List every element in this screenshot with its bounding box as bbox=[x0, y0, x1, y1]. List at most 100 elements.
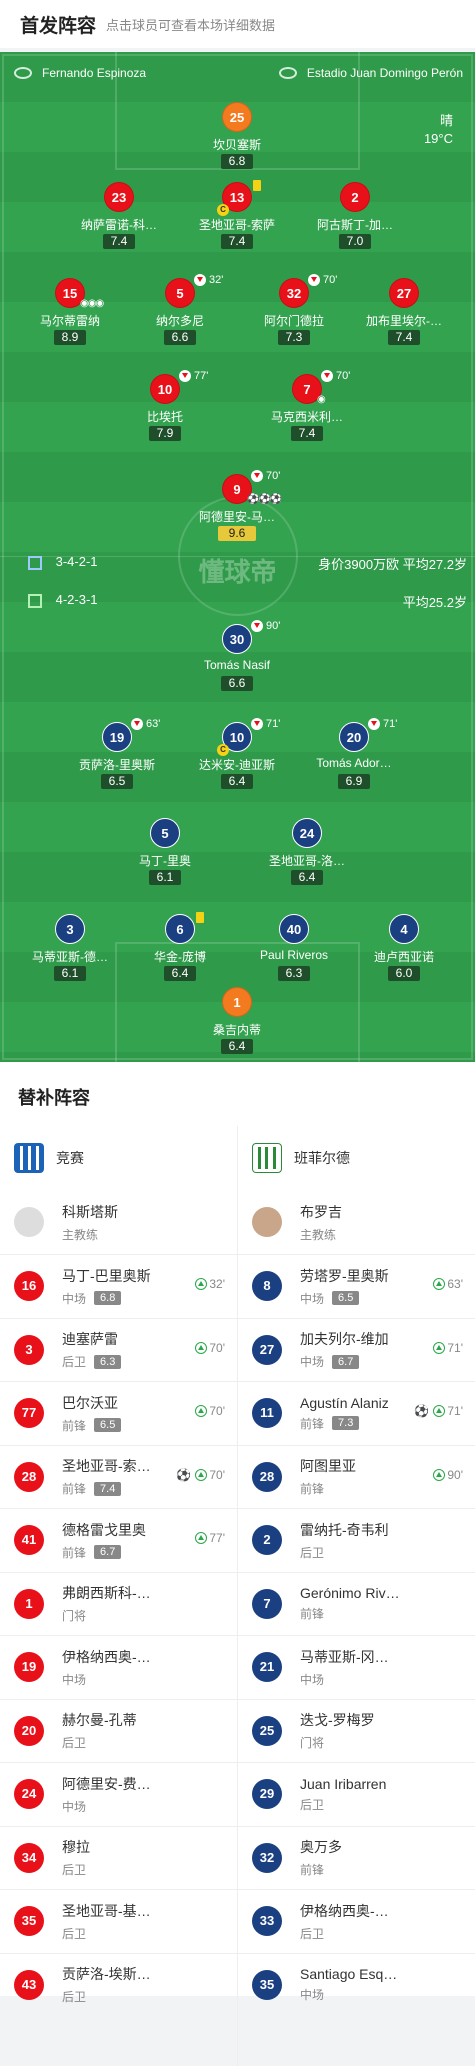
sub-player-row[interactable]: 43 贡萨洛-埃斯… 后卫 bbox=[0, 1952, 237, 2017]
avatar bbox=[252, 1207, 282, 1237]
pitch-player[interactable]: 1 桑吉内蒂 6.4 bbox=[177, 987, 297, 1062]
shirt-number: 32 bbox=[252, 1842, 282, 1873]
sub-player-row[interactable]: 28 圣地亚哥-索… 前锋 7.4 ⚽ 70' bbox=[0, 1444, 237, 1509]
yellow-card-icon bbox=[196, 912, 204, 923]
pitch-player[interactable]: 10 71' C 达米安-迪亚斯 6.4 bbox=[177, 718, 297, 800]
home-team-row[interactable]: 竞赛 bbox=[0, 1126, 237, 1190]
home-team-icon bbox=[28, 555, 42, 570]
player-name: 圣地亚哥-基… bbox=[62, 1902, 151, 1919]
pitch-player[interactable]: 3 马蒂亚斯-德… 6.1 bbox=[10, 914, 130, 992]
lineup-header: 首发阵容 点击球员可查看本场详细数据 bbox=[0, 0, 475, 48]
sub-player-row[interactable]: 25 迭戈-罗梅罗 门将 bbox=[238, 1698, 475, 1763]
sub-player-row[interactable]: 41 德格雷戈里奥 前锋 6.7 77' bbox=[0, 1508, 237, 1572]
player-position: 前锋 bbox=[62, 1545, 87, 1560]
pitch-player[interactable]: 19 63' 贡萨洛-里奥斯 6.5 bbox=[57, 718, 177, 800]
rating-badge: 6.5 bbox=[94, 1418, 122, 1433]
shirt-number: 35 bbox=[252, 1969, 282, 2000]
sub-player-row[interactable]: 8 劳塔罗-里奥斯 中场 6.5 63' bbox=[238, 1254, 475, 1318]
shirt-number: 24 bbox=[14, 1779, 44, 1810]
pitch-player[interactable]: 9 70' ⚽⚽⚽ 阿德里安-马… 9.6 bbox=[177, 470, 297, 552]
sub-player-row[interactable]: 24 阿德里安-费… 中场 bbox=[0, 1762, 237, 1826]
shirt-number: 21 bbox=[252, 1652, 282, 1683]
stadium-icon bbox=[278, 67, 297, 79]
pitch-player[interactable]: 10 77' 比埃托 7.9 bbox=[105, 370, 225, 452]
goal-icon: ⚽ bbox=[414, 1404, 430, 1418]
sub-player-row[interactable]: 21 马蒂亚斯-冈… 中场 bbox=[238, 1635, 475, 1699]
shirt-number: 16 bbox=[14, 1271, 44, 1302]
away-team-row[interactable]: 班菲尔德 bbox=[238, 1126, 475, 1190]
captain-icon: C bbox=[217, 204, 229, 216]
sub-player-row[interactable]: 20 赫尔曼-孔蒂 后卫 bbox=[0, 1698, 237, 1763]
sub-in-time: 70' bbox=[195, 1404, 225, 1418]
player-name: 加夫列尔-维加 bbox=[300, 1331, 389, 1348]
sub-player-row[interactable]: 33 伊格纳西奥-… 后卫 bbox=[238, 1889, 475, 1953]
player-position: 前锋 bbox=[62, 1482, 87, 1497]
sub-in-icon bbox=[195, 1278, 208, 1290]
player-name: 德格雷戈里奥 bbox=[62, 1521, 146, 1538]
pitch-player[interactable]: 5 马丁-里奥 6.1 bbox=[105, 818, 225, 896]
sub-off-marker: 70' bbox=[251, 470, 280, 482]
player-position: 中场 bbox=[300, 1355, 325, 1370]
pitch-player[interactable]: 24 圣地亚哥-洛… 6.4 bbox=[247, 818, 367, 896]
away-coach[interactable]: 布罗吉 主教练 bbox=[238, 1190, 475, 1254]
avatar bbox=[14, 1207, 44, 1237]
sub-player-row[interactable]: 27 加夫列尔-维加 中场 6.7 71' bbox=[238, 1317, 475, 1382]
sub-player-row[interactable]: 2 雷纳托-奇韦利 后卫 bbox=[238, 1508, 475, 1572]
pitch-player[interactable]: 13 C 圣地亚哥-索萨 7.4 bbox=[177, 180, 297, 260]
home-coach[interactable]: 科斯塔斯 主教练 bbox=[0, 1190, 237, 1254]
pitch-player[interactable]: 25 坎贝塞斯 6.8 bbox=[177, 102, 297, 180]
sub-player-row[interactable]: 77 巴尔沃亚 前锋 6.5 70' bbox=[0, 1381, 237, 1445]
away-team-logo bbox=[252, 1143, 282, 1173]
sub-player-row[interactable]: 11 Agustín Alaniz 前锋 7.3 ⚽ 71' bbox=[238, 1381, 475, 1445]
pitch-player[interactable]: 5 32' 纳尔多尼 6.6 bbox=[120, 274, 240, 356]
sub-player-row[interactable]: 34 穆拉 后卫 bbox=[0, 1825, 237, 1890]
shirt-number: 77 bbox=[14, 1398, 44, 1429]
pitch-player[interactable]: 6 华金-庞博 6.4 bbox=[120, 912, 240, 992]
player-name: 奥万多 bbox=[300, 1839, 342, 1856]
pitch-player[interactable]: 27 加布里埃尔-… 7.4 bbox=[344, 278, 464, 356]
player-name: 伊格纳西奥-… bbox=[300, 1902, 389, 1919]
player-position: 中场 bbox=[300, 1291, 325, 1306]
pitch-player[interactable]: 20 71' Tomás Ador… 6.9 bbox=[294, 718, 414, 800]
player-name: Santiago Esq… bbox=[300, 1966, 398, 1983]
sub-player-row[interactable]: 3 迪塞萨雷 后卫 6.3 70' bbox=[0, 1317, 237, 1382]
pitch-player[interactable]: 15 ◉◉◉ 马尔蒂雷纳 8.9 bbox=[10, 278, 130, 356]
player-position: 后卫 bbox=[300, 1545, 325, 1560]
player-name: 马蒂亚斯-冈… bbox=[300, 1648, 389, 1665]
player-name: 阿图里亚 bbox=[300, 1458, 356, 1475]
pitch-player[interactable]: 30 90' Tomás Nasif 6.6 bbox=[177, 620, 297, 702]
shirt-number: 43 bbox=[14, 1969, 44, 2000]
whistle-icon bbox=[14, 67, 32, 79]
sub-player-row[interactable]: 28 阿图里亚 前锋 90' bbox=[238, 1444, 475, 1509]
sub-player-row[interactable]: 29 Juan Iribarren 后卫 bbox=[238, 1762, 475, 1826]
pitch-player[interactable]: 23 纳萨雷诺-科… 7.4 bbox=[59, 182, 179, 260]
player-position: 前锋 bbox=[300, 1863, 325, 1878]
sub-player-row[interactable]: 7 Gerónimo Riv… 前锋 bbox=[238, 1571, 475, 1636]
sub-player-row[interactable]: 35 Santiago Esq… 中场 bbox=[238, 1952, 475, 2017]
shirt-number: 1 bbox=[14, 1588, 44, 1619]
pitch-player[interactable]: 40 Paul Riveros 6.3 bbox=[234, 914, 354, 992]
pitch-player[interactable]: 7 70' ◉ 马克西米利… 7.4 bbox=[247, 370, 367, 452]
sub-in-time: 71' bbox=[433, 1341, 463, 1355]
pitch-player[interactable]: 32 70' 阿尔门德拉 7.3 bbox=[234, 274, 354, 356]
sub-player-row[interactable]: 16 马丁-巴里奥斯 中场 6.8 32' bbox=[0, 1254, 237, 1318]
sub-player-row[interactable]: 19 伊格纳西奥-… 中场 bbox=[0, 1635, 237, 1699]
sub-in-time: ⚽ 70' bbox=[176, 1467, 225, 1482]
player-name: Gerónimo Riv… bbox=[300, 1585, 400, 1602]
shirt-number: 35 bbox=[14, 1906, 44, 1937]
home-subs-column: 竞赛 科斯塔斯 主教练 16 马丁-巴里奥斯 中场 6.8 32' 3 迪塞萨雷 后卫 6.3 70… bbox=[0, 1126, 237, 2016]
player-position: 后卫 bbox=[62, 1926, 87, 1941]
player-position: 后卫 bbox=[300, 1926, 325, 1941]
sub-player-row[interactable]: 32 奥万多前锋 bbox=[238, 1825, 475, 1890]
player-position: 前锋 bbox=[300, 1607, 325, 1622]
pitch-player[interactable]: 2 阿古斯丁-加… 7.0 bbox=[295, 182, 415, 260]
captain-icon: C bbox=[217, 744, 229, 756]
pitch-player[interactable]: 4 迪卢西亚诺 6.0 bbox=[344, 914, 464, 992]
sub-in-icon bbox=[433, 1278, 446, 1290]
player-name: 伊格纳西奥-… bbox=[62, 1648, 151, 1665]
sub-player-row[interactable]: 1 弗朗西斯科-… 门将 bbox=[0, 1571, 237, 1636]
rating-badge: 6.8 bbox=[94, 1291, 122, 1306]
sub-player-row[interactable]: 35 圣地亚哥-基… 后卫 bbox=[0, 1889, 237, 1953]
player-position: 前锋 bbox=[300, 1482, 325, 1497]
substitutes-section: 替补阵容 竞赛 科斯塔斯 主教练 16 马丁-巴里奥斯 中场 6.8 32' 3 迪塞萨雷 后卫… bbox=[0, 1062, 475, 2066]
